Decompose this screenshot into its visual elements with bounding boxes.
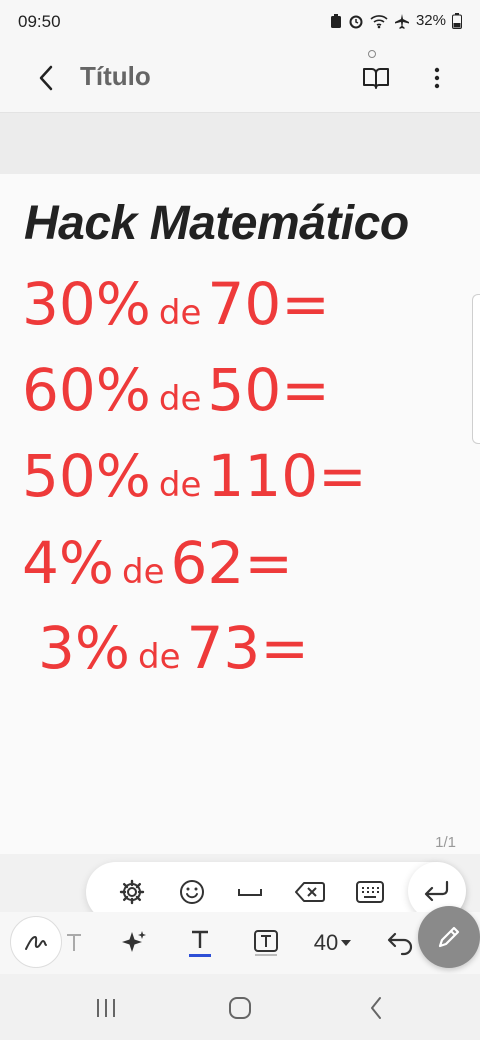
smiley-icon <box>180 880 204 904</box>
number-value: 62 <box>170 529 245 597</box>
ai-assist-button[interactable] <box>114 922 154 964</box>
de-word: de <box>158 379 202 419</box>
caret-down-icon <box>341 940 352 946</box>
text-style-button[interactable] <box>62 922 86 964</box>
equals-sign: = <box>244 529 293 597</box>
keyboard-button[interactable] <box>350 872 390 912</box>
de-word: de <box>158 293 202 333</box>
enter-icon <box>424 880 449 902</box>
settings-button[interactable] <box>112 872 152 912</box>
handwritten-line: 4% de 62= <box>22 529 293 597</box>
handwritten-line: 30% de 70= <box>22 270 330 338</box>
undo-icon <box>387 932 413 956</box>
percent-value: 4% <box>22 529 115 597</box>
page-gap <box>0 112 480 174</box>
status-bar: 09:50 32% <box>0 0 480 44</box>
side-panel-handle[interactable] <box>472 294 480 444</box>
chevron-left-icon <box>371 997 381 1019</box>
status-time: 09:50 <box>18 12 61 31</box>
note-page[interactable]: Hack Matemático 30% de 70= 60% de 50= 50% de 1… <box>0 174 480 854</box>
de-word: de <box>122 552 165 592</box>
de-word: de <box>138 637 181 677</box>
battery-icon <box>452 12 462 29</box>
number-value: 110 <box>207 442 319 510</box>
home-button[interactable] <box>220 988 260 1028</box>
percent-value: 3% <box>38 614 131 682</box>
number-value: 50 <box>207 356 282 424</box>
page-count: 1/1 <box>435 834 456 851</box>
space-button[interactable] <box>230 872 270 912</box>
drawing-toolbar: 40 <box>0 912 480 974</box>
emoji-button[interactable] <box>172 872 212 912</box>
text-format-icon <box>67 934 81 951</box>
note-heading: Hack Matemático <box>24 197 409 250</box>
handwriting-icon <box>25 935 47 950</box>
backspace-button[interactable] <box>290 872 330 912</box>
percent-value: 60% <box>22 356 151 424</box>
handwritten-line: 60% de 50= <box>22 356 330 424</box>
number-value: 70 <box>207 270 282 338</box>
equals-sign: = <box>260 614 309 682</box>
equals-sign: = <box>318 442 367 510</box>
battery-text: 32% <box>415 12 446 29</box>
gear-icon <box>119 879 145 905</box>
chevron-left-icon <box>39 65 53 91</box>
text-color-button[interactable] <box>178 922 222 964</box>
recent-apps-button[interactable] <box>86 988 126 1028</box>
keyboard-icon <box>356 881 384 903</box>
home-icon <box>229 997 251 1019</box>
alarm-icon <box>348 13 364 29</box>
handwritten-line: 50% de 110= <box>22 442 367 510</box>
system-nav-bar <box>0 974 480 1040</box>
text-color-icon <box>189 930 211 957</box>
reading-mode-button[interactable] <box>356 58 396 98</box>
pen-icon <box>438 926 460 948</box>
equals-sign: = <box>281 270 330 338</box>
de-word: de <box>158 465 202 505</box>
equals-sign: = <box>281 356 330 424</box>
more-options-button[interactable] <box>422 58 452 98</box>
font-size-value: 40 <box>313 930 339 955</box>
notification-dot <box>368 50 376 58</box>
undo-button[interactable] <box>380 922 420 964</box>
space-icon <box>238 889 262 896</box>
handwritten-line: 3% de 73= <box>38 614 309 682</box>
app-bar: Título <box>0 44 480 112</box>
airplane-icon <box>394 13 410 29</box>
number-value: 73 <box>186 614 261 682</box>
note-title[interactable]: Título <box>80 61 151 92</box>
system-back-button[interactable] <box>356 988 396 1028</box>
pen-mode-button[interactable] <box>10 916 62 968</box>
status-icons: 32% <box>330 12 462 29</box>
more-vertical-icon <box>434 67 440 89</box>
back-button[interactable] <box>26 58 66 98</box>
backspace-icon <box>295 882 325 902</box>
sparkle-icon <box>122 931 146 952</box>
font-size-select[interactable]: 40 <box>308 922 358 964</box>
text-box-icon <box>254 930 278 956</box>
edit-fab-button[interactable] <box>418 906 480 968</box>
wifi-icon <box>370 13 388 29</box>
recents-icon <box>97 999 115 1017</box>
percent-value: 30% <box>22 270 151 338</box>
text-box-button[interactable] <box>244 922 288 964</box>
battery-saver-icon <box>330 13 342 29</box>
percent-value: 50% <box>22 442 151 510</box>
book-icon <box>363 68 389 89</box>
